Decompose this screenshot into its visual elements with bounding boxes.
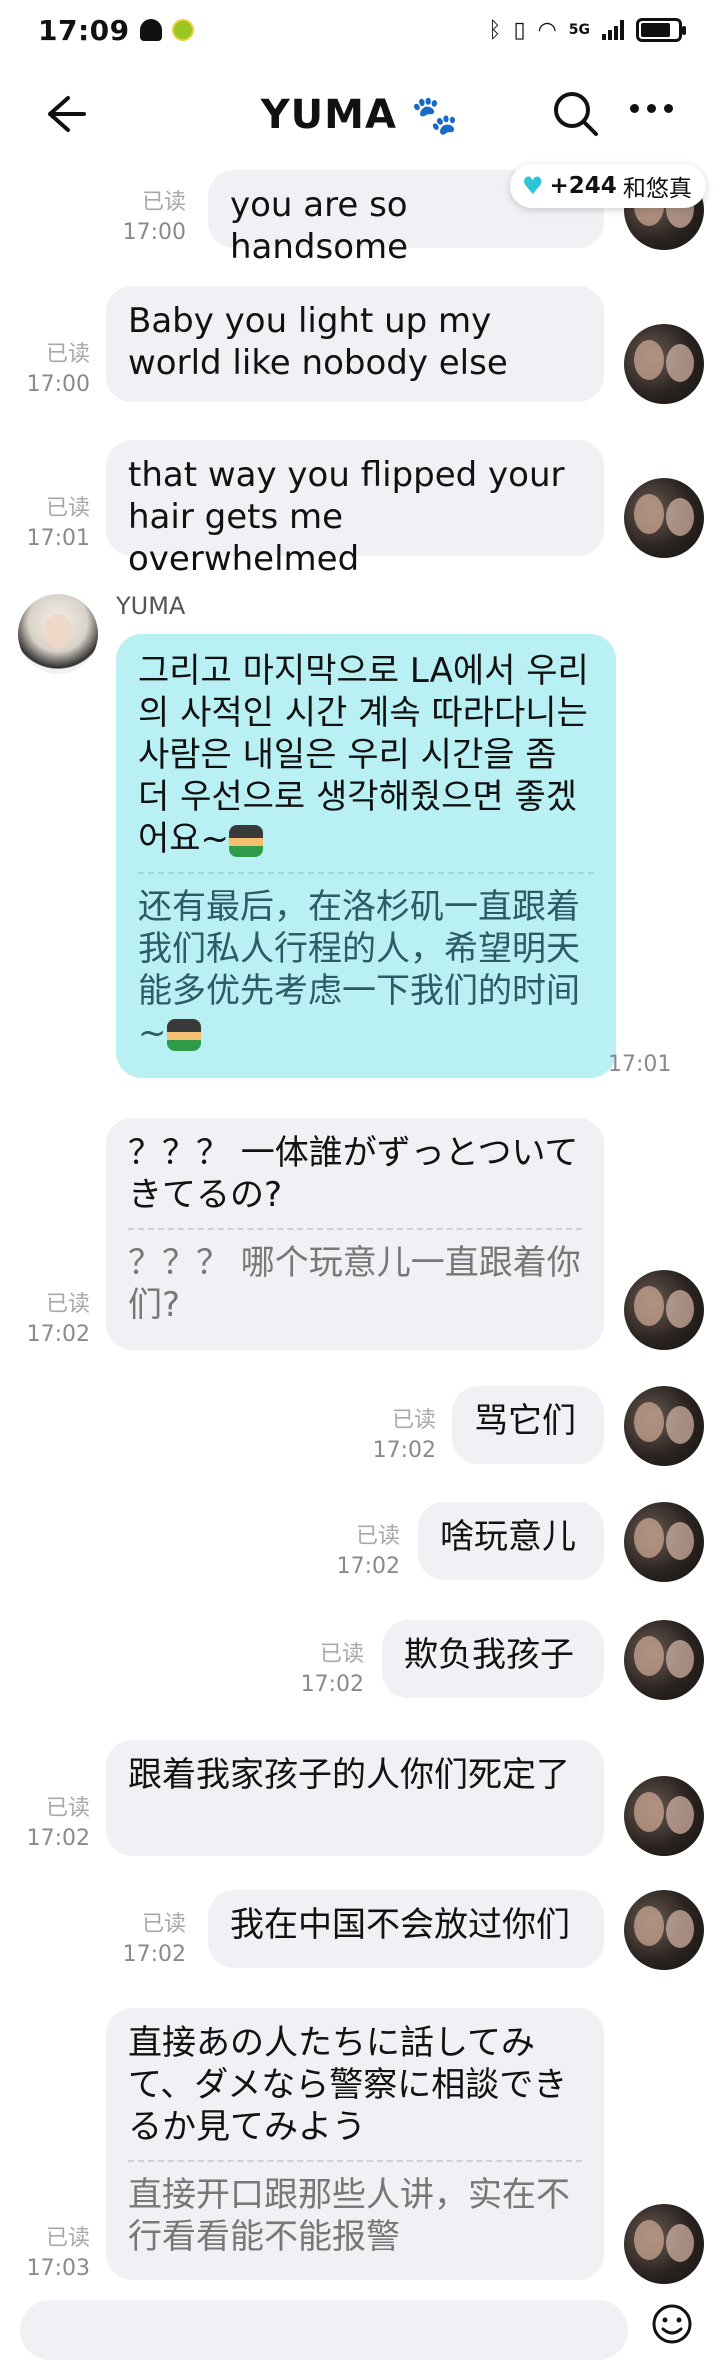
read-receipt: 已读 17:00 [96, 188, 186, 248]
read-label: 已读 [45, 2226, 90, 2251]
badge-text: 和悠真 [622, 176, 692, 202]
vibrate-icon: ▯ [513, 17, 526, 43]
message-translation-text: 还有最后，在洛杉矶一直跟着我们私人行程的人，希望明天能多优先考虑一下我们的时间~ [138, 887, 580, 1053]
message-bubble[interactable]: 啥玩意儿 [418, 1502, 604, 1580]
back-arrow-icon[interactable] [38, 88, 90, 140]
bluetooth-icon: ᛒ [488, 17, 502, 43]
message-bubble[interactable]: ？？？ 一体誰がずっとついてきてるの? ？？？ 哪个玩意儿一直跟着你们? [106, 1118, 604, 1350]
read-label: 已读 [141, 1912, 186, 1937]
paw-icon: 🐾 [410, 92, 460, 137]
read-receipt: 已读 17:03 [0, 2224, 90, 2284]
message-time: 17:02 [372, 1438, 436, 1463]
wifi-icon: ◠ [537, 17, 557, 43]
message-translation: 直接开口跟那些人讲，实在不行看看能不能报警 [128, 2160, 582, 2258]
read-label: 已读 [45, 1292, 90, 1317]
read-label: 已读 [45, 342, 90, 367]
chat-header: YUMA 🐾 [0, 60, 720, 170]
status-bar: 17:09 ᛒ ▯ ◠ 5G [0, 0, 720, 60]
read-receipt: 已读 17:02 [96, 1910, 186, 1970]
message-text: Baby you light up my world like nobody e… [128, 301, 508, 383]
avatar[interactable] [624, 1620, 704, 1700]
message-bubble[interactable]: 跟着我家孩子的人你们死定了 [106, 1740, 604, 1856]
message-text: that way you flipped your hair gets me o… [128, 455, 565, 579]
person-bowing-emoji-icon [229, 824, 264, 857]
read-label: 已读 [355, 1524, 400, 1549]
message-time: 17:02 [122, 1942, 186, 1967]
input-bar [0, 2290, 720, 2360]
message-time: 17:02 [300, 1672, 364, 1697]
message-text: you are so handsome [230, 185, 409, 267]
read-label: 已读 [319, 1642, 364, 1667]
read-receipt: 已读 17:02 [274, 1640, 364, 1700]
avatar[interactable] [624, 1890, 704, 1970]
read-receipt: 已读 17:02 [310, 1522, 400, 1582]
message-time: 17:02 [26, 1322, 90, 1347]
read-receipt: 已读 17:00 [0, 340, 90, 400]
message-text: 欺负我孩子 [404, 1635, 574, 1675]
badge-count: +244 [549, 173, 617, 199]
chat-title[interactable]: YUMA 🐾 [261, 92, 460, 138]
interaction-badge[interactable]: ♥ +244 和悠真 [510, 164, 706, 208]
message-bubble[interactable]: 直接あの人たちに話してみて、ダメなら警察に相談できるか見てみよう 直接开口跟那些… [106, 2008, 604, 2280]
read-label: 已读 [391, 1408, 436, 1433]
network-type: 5G [568, 22, 590, 38]
read-receipt: 已读 17:01 [0, 494, 90, 554]
qq-ghost-icon [139, 19, 162, 41]
message-time-wrap: 17:01 [608, 1050, 698, 1080]
read-label: 已读 [141, 190, 186, 215]
message-bubble[interactable]: 欺负我孩子 [382, 1620, 604, 1698]
sender-name: YUMA [116, 592, 186, 620]
message-time: 17:00 [122, 220, 186, 245]
status-left: 17:09 [38, 14, 194, 47]
person-bowing-emoji-icon [166, 1018, 201, 1051]
read-receipt: 已读 17:02 [0, 1794, 90, 1854]
search-icon[interactable] [548, 86, 604, 142]
avatar[interactable] [624, 478, 704, 558]
message-time: 17:01 [26, 526, 90, 551]
signal-icon [602, 20, 624, 40]
status-time: 17:09 [38, 13, 130, 47]
message-bubble[interactable]: 骂它们 [452, 1386, 604, 1464]
heart-icon: ♥ [522, 172, 544, 200]
message-bubble[interactable]: that way you flipped your hair gets me o… [106, 440, 604, 579]
message-text: 그리고 마지막으로 LA에서 우리의 사적인 시간 계속 따라다니는 사람은 내… [138, 650, 594, 860]
message-text: 直接あの人たちに話してみて、ダメなら警察に相談できるか見てみよう [128, 2023, 568, 2147]
message-time: 17:01 [608, 1052, 672, 1077]
avatar[interactable] [624, 324, 704, 404]
message-translation: 还有最后，在洛杉矶一直跟着我们私人行程的人，希望明天能多优先考虑一下我们的时间~ [138, 872, 594, 1054]
yuma-avatar[interactable] [18, 594, 98, 674]
read-receipt: 已读 17:02 [346, 1406, 436, 1466]
message-text: ？？？ 一体誰がずっとついてきてるの? [128, 1133, 579, 1215]
message-text: 啥玩意儿 [440, 1517, 576, 1557]
avatar[interactable] [624, 2204, 704, 2284]
message-time: 17:02 [26, 1826, 90, 1851]
message-text: 骂它们 [474, 1401, 576, 1441]
message-time: 17:00 [26, 372, 90, 397]
message-bubble[interactable]: Baby you light up my world like nobody e… [106, 286, 604, 402]
message-translation: ？？？ 哪个玩意儿一直跟着你们? [128, 1228, 582, 1326]
status-right: ᛒ ▯ ◠ 5G [488, 17, 686, 43]
message-time: 17:02 [336, 1554, 400, 1579]
more-options-icon[interactable] [630, 104, 673, 113]
battery-level [641, 23, 670, 37]
message-bubble[interactable]: 我在中国不会放过你们 [208, 1890, 604, 1968]
avatar[interactable] [624, 1386, 704, 1466]
chat-title-text: YUMA [260, 92, 397, 138]
avatar[interactable] [624, 1776, 704, 1856]
message-text-content: 그리고 마지막으로 LA에서 우리의 사적인 시간 계속 따라다니는 사람은 내… [138, 651, 589, 859]
app-notification-icon [171, 19, 194, 41]
battery-icon [636, 18, 686, 42]
message-bubble[interactable]: 그리고 마지막으로 LA에서 우리의 사적인 시간 계속 따라다니는 사람은 내… [116, 634, 616, 1078]
emoji-icon[interactable] [650, 2302, 694, 2346]
message-text: 跟着我家孩子的人你们死定了 [128, 1755, 570, 1795]
read-label: 已读 [45, 1796, 90, 1821]
message-input[interactable] [20, 2300, 628, 2360]
avatar[interactable] [624, 1502, 704, 1582]
message-text: 我在中国不会放过你们 [230, 1905, 570, 1945]
read-label: 已读 [45, 496, 90, 521]
avatar[interactable] [624, 1270, 704, 1350]
message-time: 17:03 [26, 2256, 90, 2281]
read-receipt: 已读 17:02 [0, 1290, 90, 1350]
